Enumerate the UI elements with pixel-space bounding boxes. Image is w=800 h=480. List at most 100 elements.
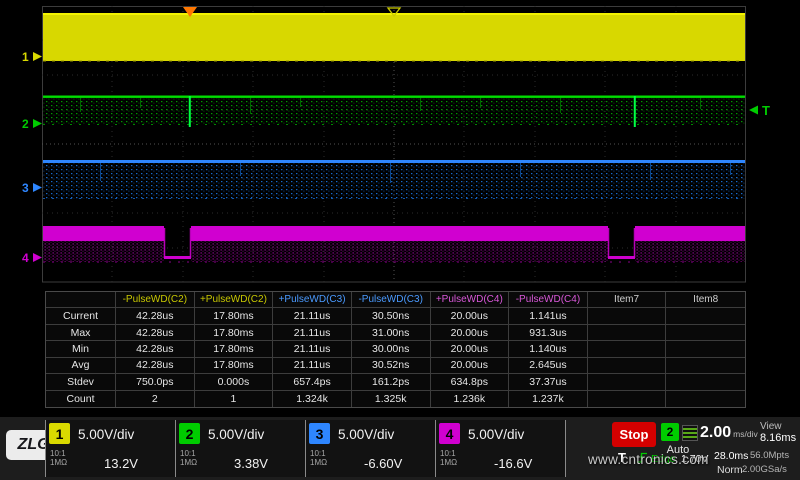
watermark: www.cntronics.com — [588, 452, 709, 467]
measure-value-cell: 17.80ms — [195, 341, 274, 357]
measure-col-header[interactable]: Item7 — [588, 292, 667, 308]
channel3-offset: -6.60V — [364, 456, 402, 471]
measure-col-header[interactable]: +PulseWD(C3) — [273, 292, 352, 308]
measurement-table: -PulseWD(C2) +PulseWD(C2) +PulseWD(C3) -… — [45, 291, 746, 408]
measure-col-header[interactable]: -PulseWD(C4) — [509, 292, 588, 308]
measure-value-cell: 20.00us — [431, 308, 510, 324]
measure-value-cell: 750.0ps — [116, 374, 195, 390]
channel2-scale: 5.00V/div — [208, 427, 264, 442]
measure-value-cell: 634.8ps — [431, 374, 510, 390]
measure-value-cell: 931.3us — [509, 325, 588, 341]
measure-value-cell — [666, 325, 745, 341]
channel1-scale: 5.00V/div — [78, 427, 134, 442]
measure-value-cell — [588, 391, 667, 407]
timebase-value: 2.00 — [700, 424, 731, 441]
svg-text:3: 3 — [22, 181, 29, 195]
measure-value-cell: 2.645us — [509, 358, 588, 374]
measure-value-cell: 42.28us — [116, 325, 195, 341]
measure-value-cell: 1.325k — [352, 391, 431, 407]
measure-value-cell: 20.00us — [431, 358, 510, 374]
channel1-probe: 10:1 1MΩ — [50, 449, 67, 467]
measure-value-cell: 2 — [116, 391, 195, 407]
svg-text:1: 1 — [22, 50, 29, 64]
measure-value-cell: 21.11us — [273, 358, 352, 374]
measure-value-cell — [666, 358, 745, 374]
separator — [565, 420, 566, 477]
status-bar: ZLG® 1 5.00V/div 10:1 1MΩ 13.2V 2 5.00V/… — [0, 417, 800, 480]
measure-value-cell — [588, 358, 667, 374]
measure-value-cell: 42.28us — [116, 308, 195, 324]
channel2-badge[interactable]: 2 — [179, 423, 200, 444]
measure-value-cell: 1.324k — [273, 391, 352, 407]
measure-value-cell: 21.11us — [273, 308, 352, 324]
measure-value-cell: 657.4ps — [273, 374, 352, 390]
measure-value-cell: 17.80ms — [195, 325, 274, 341]
channel3-settings[interactable]: 3 5.00V/div 10:1 1MΩ -6.60V — [305, 420, 435, 477]
channel2-offset: 3.38V — [234, 456, 268, 471]
ch4-position-marker[interactable]: 4 — [22, 251, 42, 265]
svg-text:2: 2 — [22, 117, 29, 131]
measure-value-cell: 30.00ns — [352, 341, 431, 357]
channel4-offset: -16.6V — [494, 456, 532, 471]
measure-value-cell: 31.00ns — [352, 325, 431, 341]
channel3-scale: 5.00V/div — [338, 427, 394, 442]
channel3-badge[interactable]: 3 — [309, 423, 330, 444]
measure-value-cell: 1 — [195, 391, 274, 407]
measure-value-cell: 1.237k — [509, 391, 588, 407]
measure-value-cell: 42.28us — [116, 358, 195, 374]
measure-value-cell — [588, 374, 667, 390]
ch3-position-marker[interactable]: 3 — [22, 181, 42, 195]
measure-col-header[interactable]: +PulseWD(C2) — [195, 292, 274, 308]
measure-value-cell: 37.37us — [509, 374, 588, 390]
measure-col-header[interactable]: -PulseWD(C3) — [352, 292, 431, 308]
measure-col-header[interactable]: Item8 — [666, 292, 745, 308]
trigger-level-marker[interactable]: T — [749, 103, 770, 118]
measure-row-label: Stdev — [46, 374, 116, 390]
ch2-trace — [43, 96, 745, 128]
timebase-control[interactable]: 2.00ms/div — [700, 424, 758, 442]
measure-row-label: Avg — [46, 358, 116, 374]
trigger-coupling-icon — [682, 425, 698, 441]
measure-value-cell: 17.80ms — [195, 358, 274, 374]
measure-value-cell: 1.141us — [509, 308, 588, 324]
run-stop-button[interactable]: Stop — [612, 422, 656, 447]
measure-value-cell — [588, 308, 667, 324]
channel3-probe: 10:1 1MΩ — [310, 449, 327, 467]
ch3-trace — [43, 160, 745, 199]
svg-text:4: 4 — [22, 251, 29, 265]
measure-value-cell — [666, 308, 745, 324]
measure-corner-cell — [46, 292, 116, 308]
channel2-probe: 10:1 1MΩ — [180, 449, 197, 467]
measure-row-label: Count — [46, 391, 116, 407]
measure-value-cell: 0.000s — [195, 374, 274, 390]
measure-value-cell — [588, 341, 667, 357]
measure-value-cell: 1.140us — [509, 341, 588, 357]
sample-rate: 2.00GSa/s — [742, 464, 787, 475]
channel4-settings[interactable]: 4 5.00V/div 10:1 1MΩ -16.6V — [435, 420, 565, 477]
measure-value-cell: 20.00us — [431, 341, 510, 357]
channel4-probe: 10:1 1MΩ — [440, 449, 457, 467]
measure-row-label: Current — [46, 308, 116, 324]
measure-value-cell: 20.00us — [431, 325, 510, 341]
measure-value-cell: 30.50ns — [352, 308, 431, 324]
ch1-position-marker[interactable]: 1 — [22, 50, 42, 64]
measure-row-label: Min — [46, 341, 116, 357]
ch4-trace — [43, 226, 745, 262]
measure-value-cell: 21.11us — [273, 341, 352, 357]
measure-value-cell — [666, 341, 745, 357]
channel2-settings[interactable]: 2 5.00V/div 10:1 1MΩ 3.38V — [175, 420, 305, 477]
measure-col-header[interactable]: -PulseWD(C2) — [116, 292, 195, 308]
trigger-source-badge[interactable]: 2 — [661, 423, 679, 441]
waveform-display[interactable]: 1 2 3 4 T — [0, 0, 800, 288]
channel4-badge[interactable]: 4 — [439, 423, 460, 444]
channel1-offset: 13.2V — [104, 456, 138, 471]
channel1-badge[interactable]: 1 — [49, 423, 70, 444]
ch2-position-marker[interactable]: 2 — [22, 117, 42, 131]
oscilloscope-screen: 1 2 3 4 T -PulseWD(C2) +PulseWD(C2) +Pul… — [0, 0, 800, 480]
measure-col-header[interactable]: +PulseWD(C4) — [431, 292, 510, 308]
timebase-unit: ms/div — [733, 429, 758, 439]
channel4-scale: 5.00V/div — [468, 427, 524, 442]
view-info: View 8.16ms — [760, 421, 796, 444]
measure-value-cell: 161.2ps — [352, 374, 431, 390]
channel1-settings[interactable]: 1 5.00V/div 10:1 1MΩ 13.2V — [45, 420, 175, 477]
